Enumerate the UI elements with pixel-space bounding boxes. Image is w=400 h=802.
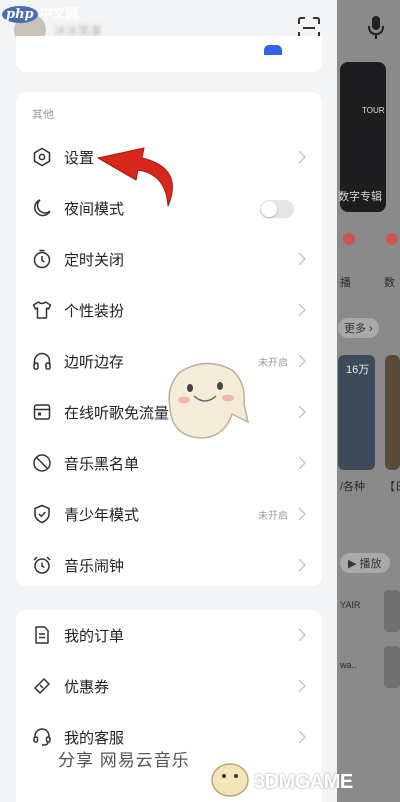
menu-item-my-orders[interactable]: 我的订单: [16, 610, 322, 661]
vip-badge: [264, 45, 282, 55]
background-thumb-1[interactable]: [384, 590, 400, 632]
chevron-right-icon: [298, 628, 306, 642]
background-thumb-2[interactable]: [384, 646, 400, 688]
menu-item-teen-mode[interactable]: 青少年模式 未开启: [16, 489, 322, 540]
menu-item-music-alarm[interactable]: 音乐闹钟: [16, 540, 322, 591]
menu-item-timer[interactable]: 定时关闭: [16, 234, 322, 285]
menu-item-label: 个性装扮: [64, 303, 125, 320]
background-play-pill[interactable]: ▶ 播放: [340, 553, 390, 573]
menu-item-blacklist[interactable]: 音乐黑名单: [16, 438, 322, 489]
microphone-icon[interactable]: [365, 14, 387, 42]
ban-icon: [33, 454, 51, 472]
background-tour-label: TOUR: [362, 106, 385, 115]
background-red-dot-2: [386, 233, 398, 245]
moon-icon: [34, 199, 51, 217]
tshirt-icon: [32, 301, 52, 319]
menu-item-label: 定时关闭: [64, 252, 125, 269]
menu-item-label: 音乐黑名单: [64, 456, 140, 473]
document-icon: [35, 626, 49, 644]
chevron-right-icon: [298, 558, 306, 572]
menu-item-label: 我的客服: [64, 730, 125, 747]
php-logo-cn: 中文网: [39, 6, 79, 21]
menu-item-coupons[interactable]: 优惠券: [16, 661, 322, 712]
php-watermark-logo: php 中文网: [2, 3, 79, 23]
php-logo-text: php: [2, 6, 38, 23]
hexagon-settings-icon: [33, 147, 51, 167]
menu-item-label: 优惠券: [64, 679, 110, 696]
headphones-icon: [33, 352, 51, 370]
section-title-other: 其他: [32, 109, 54, 121]
chevron-right-icon: [298, 456, 306, 470]
menu-item-label: 我的订单: [64, 628, 125, 645]
menu-item-label: 设置: [64, 150, 95, 167]
chevron-right-icon: [298, 507, 306, 521]
background-image-2[interactable]: [385, 355, 400, 470]
headset-icon: [33, 728, 51, 746]
menu-item-personal-skin[interactable]: 个性装扮: [16, 285, 322, 336]
background-label-shu: 数: [384, 277, 395, 289]
menu-item-label: 青少年模式: [64, 507, 140, 524]
mascot-watermark-icon: [168, 362, 250, 439]
menu-item-label: 在线听歌免流量: [64, 405, 170, 422]
background-card-text: 数字专辑: [338, 191, 382, 203]
3dmgame-watermark-text: 3DMGAME: [254, 771, 353, 793]
chevron-right-icon: [298, 150, 306, 164]
sim-card-icon: [33, 404, 51, 420]
chevron-right-icon: [298, 679, 306, 693]
3dmgame-mascot-logo: [211, 763, 249, 797]
status-text: 未开启: [258, 511, 288, 522]
chevron-right-icon: [298, 354, 306, 368]
bottom-share-banner[interactable]: 分享 网易云音乐: [58, 746, 190, 771]
shield-icon: [34, 504, 50, 524]
background-red-dot: [343, 233, 355, 245]
background-more-pill[interactable]: 更多 ›: [338, 318, 379, 338]
alarm-icon: [33, 556, 51, 574]
chevron-right-icon: [298, 252, 306, 266]
timer-icon: [33, 249, 51, 269]
night-mode-toggle[interactable]: [260, 200, 294, 218]
toggle-knob: [261, 201, 277, 217]
background-label-gezhong: /各种: [340, 481, 366, 493]
background-label-yair: YAIR: [340, 600, 361, 610]
background-more-label: 更多: [344, 323, 366, 335]
background-label-16wan: 16万: [346, 364, 370, 376]
menu-item-label: 音乐闹钟: [64, 558, 125, 575]
chevron-right-icon: [298, 405, 306, 419]
background-label-wa: wa..: [340, 660, 357, 670]
background-label-ri: 【日: [384, 481, 400, 493]
ticket-icon: [34, 678, 50, 694]
chevron-right-icon: [298, 730, 306, 744]
background-play-label: 播放: [359, 558, 382, 570]
background-label-bo: 播: [340, 277, 351, 289]
status-text: 未开启: [258, 358, 288, 369]
chevron-right-icon: [298, 303, 306, 317]
red-arrow-annotation: [96, 147, 173, 207]
menu-item-label: 边听边存: [64, 354, 125, 371]
